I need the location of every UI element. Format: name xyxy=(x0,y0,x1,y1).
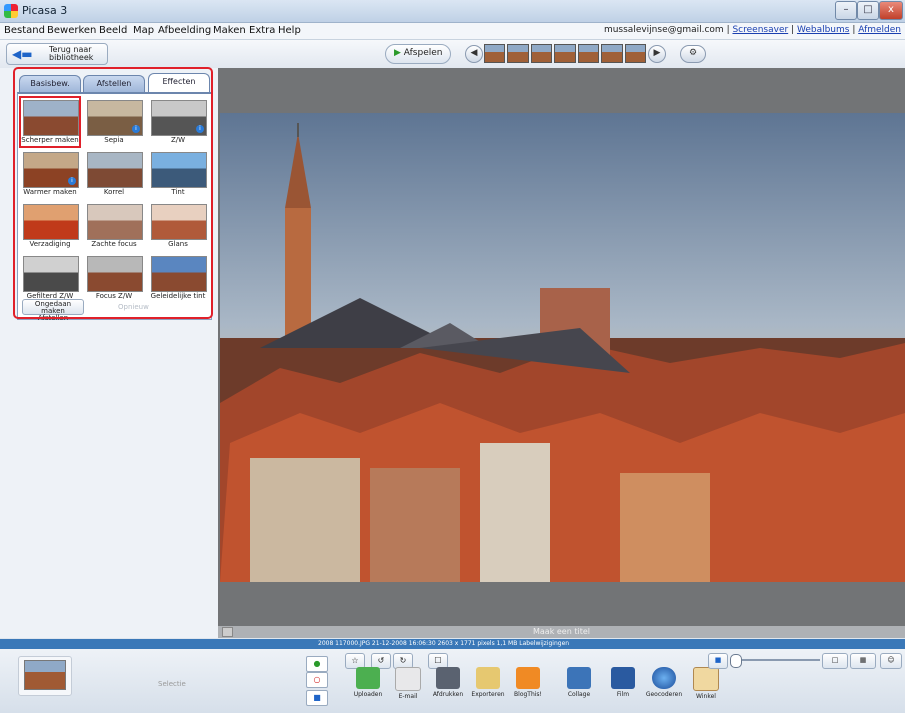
share-icon[interactable]: ⚙ xyxy=(680,45,706,63)
title-bar: Picasa 3 – □ x xyxy=(0,0,905,23)
photo-image xyxy=(220,113,905,582)
collage-label: Collage xyxy=(567,691,591,698)
globe-icon xyxy=(652,667,676,689)
email-action[interactable]: E-mail xyxy=(388,667,428,700)
email-label: E-mail xyxy=(398,693,418,700)
close-button[interactable]: x xyxy=(879,1,903,20)
movie-label: Film xyxy=(616,691,630,698)
selection-label: Selectie xyxy=(158,680,186,688)
status-bar: 2008 117000.JPG 21-12-2008 16:06:30 2603… xyxy=(0,639,905,649)
blogger-icon xyxy=(516,667,540,689)
film-icon xyxy=(611,667,635,689)
shop-action[interactable]: Winkel xyxy=(686,667,726,700)
movie-action[interactable]: Film xyxy=(603,667,643,698)
upload-action[interactable]: Uploaden xyxy=(348,667,388,698)
blogthis-label: BlogThis! xyxy=(514,691,542,698)
print-action[interactable]: Afdrukken xyxy=(428,667,468,698)
email-icon xyxy=(395,667,421,691)
window-title: Picasa 3 xyxy=(22,4,68,17)
account-links: mussalevijnse@gmail.com | Screensaver | … xyxy=(603,25,901,35)
zoom-out-icon[interactable]: ■ xyxy=(708,653,728,669)
menu-afbeelding[interactable]: Afbeelding xyxy=(158,25,211,36)
filmstrip-thumbnail[interactable] xyxy=(530,44,553,63)
geotag-label: Geocoderen xyxy=(645,691,683,698)
menu-map[interactable]: Map xyxy=(133,25,154,36)
single-view-icon[interactable]: □ xyxy=(822,653,848,669)
afmelden-link[interactable]: Afmelden xyxy=(858,25,901,35)
add-to-album-icon[interactable]: ■ xyxy=(306,690,328,706)
filmstrip-thumbnail[interactable] xyxy=(507,44,529,63)
export-action[interactable]: Exporteren xyxy=(468,667,508,698)
blogthis-action[interactable]: BlogThis! xyxy=(508,667,548,698)
slideshow-label: Afspelen xyxy=(403,48,443,58)
menu-extra[interactable]: Extra xyxy=(249,25,275,36)
menu-bar: Bestand Bewerken Beeld Map Afbeelding Ma… xyxy=(0,23,905,40)
photo-info: 2008 117000.JPG 21-12-2008 16:06:30 2603… xyxy=(318,640,570,647)
zoom-slider-track[interactable] xyxy=(736,659,820,661)
shop-icon xyxy=(693,667,719,691)
minimize-button[interactable]: – xyxy=(835,1,857,20)
print-label: Afdrukken xyxy=(432,691,464,698)
split-view-icon[interactable]: ▦ xyxy=(850,653,876,669)
menu-bestand[interactable]: Bestand xyxy=(4,25,45,36)
collage-icon xyxy=(567,667,591,689)
play-icon: ▶ xyxy=(394,48,401,58)
menu-bewerken[interactable]: Bewerken xyxy=(47,25,96,36)
back-to-library-button[interactable]: ◀▬ Terug naar bibliotheek xyxy=(6,43,108,65)
collage-action[interactable]: Collage xyxy=(559,667,599,698)
menu-help[interactable]: Help xyxy=(278,25,301,36)
previous-photo-button[interactable]: ◀ xyxy=(465,45,483,63)
caption-placeholder: Maak een titel xyxy=(533,627,590,636)
filmstrip-thumbnail[interactable] xyxy=(577,44,600,63)
geotag-action[interactable]: Geocoderen xyxy=(644,667,684,698)
filmstrip-thumbnail[interactable] xyxy=(601,44,623,63)
export-label: Exporteren xyxy=(471,691,505,698)
next-photo-button[interactable]: ▶ xyxy=(648,45,666,63)
toolbar: ◀▬ Terug naar bibliotheek ▶ Afspelen ◀ ▶… xyxy=(0,40,905,69)
people-icon[interactable]: ☺ xyxy=(880,653,902,669)
menu-maken[interactable]: Maken xyxy=(213,25,246,36)
photo xyxy=(220,113,905,582)
filmstrip xyxy=(484,44,646,63)
picasa-icon xyxy=(4,4,18,18)
caption-bar[interactable]: Maak een titel xyxy=(218,626,905,638)
menu-beeld[interactable]: Beeld xyxy=(99,25,127,36)
caption-toggle[interactable] xyxy=(222,627,233,637)
webalbums-link[interactable]: Webalbums xyxy=(797,25,850,35)
upload-label: Uploaden xyxy=(353,691,383,698)
zoom-slider-handle[interactable] xyxy=(730,654,742,668)
maximize-button[interactable]: □ xyxy=(857,1,879,20)
folder-icon xyxy=(476,667,500,689)
filmstrip-thumbnail[interactable] xyxy=(484,44,506,63)
back-label: Terug naar bibliotheek xyxy=(49,45,94,62)
upload-icon xyxy=(356,667,380,689)
screensaver-link[interactable]: Screensaver xyxy=(732,25,788,35)
clear-icon[interactable]: ○ xyxy=(306,672,328,688)
account-email: mussalevijnse@gmail.com xyxy=(603,25,724,35)
slideshow-button[interactable]: ▶ Afspelen xyxy=(385,44,451,64)
filmstrip-thumbnail[interactable] xyxy=(624,44,646,63)
shop-label: Winkel xyxy=(696,693,716,700)
back-arrow-icon: ◀▬ xyxy=(12,47,33,61)
hold-icon[interactable]: ● xyxy=(306,656,328,672)
annotation-highlight xyxy=(13,67,213,319)
printer-icon xyxy=(436,667,460,689)
filmstrip-thumbnail[interactable] xyxy=(554,44,576,63)
selected-thumbnail[interactable] xyxy=(24,660,66,690)
